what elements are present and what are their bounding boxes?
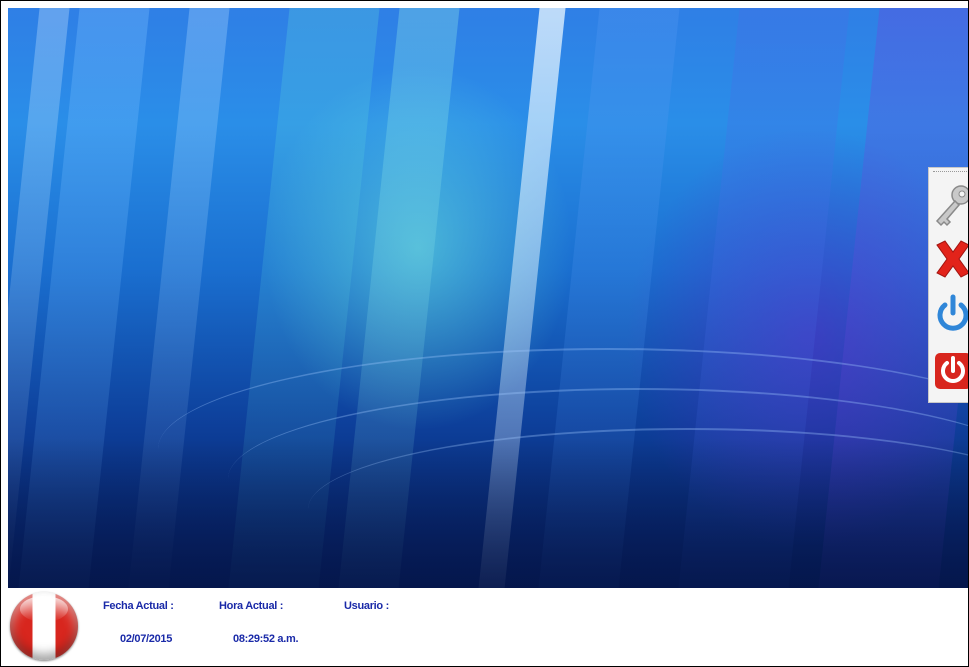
desktop-wallpaper [8, 8, 968, 588]
shutdown-button[interactable] [931, 346, 968, 396]
status-bar: Fecha Actual : 02/07/2015 Hora Actual : … [8, 588, 968, 666]
side-toolbar [928, 167, 968, 403]
toolbar-grip [933, 171, 967, 175]
date-value: 02/07/2015 [120, 633, 173, 645]
key-icon [935, 185, 968, 227]
time-value: 08:29:52 a.m. [233, 633, 299, 645]
power-red-icon [935, 353, 968, 389]
time-label: Hora Actual : [219, 600, 284, 612]
user-label: Usuario : [344, 600, 389, 612]
key-button[interactable] [931, 180, 968, 230]
date-label: Fecha Actual : [103, 600, 174, 612]
peru-flag-icon [10, 592, 78, 660]
close-x-icon [936, 240, 968, 278]
app-window: Fecha Actual : 02/07/2015 Hora Actual : … [0, 0, 969, 667]
logoff-button[interactable] [931, 290, 968, 340]
power-blue-icon [937, 294, 968, 331]
close-button[interactable] [931, 234, 968, 284]
